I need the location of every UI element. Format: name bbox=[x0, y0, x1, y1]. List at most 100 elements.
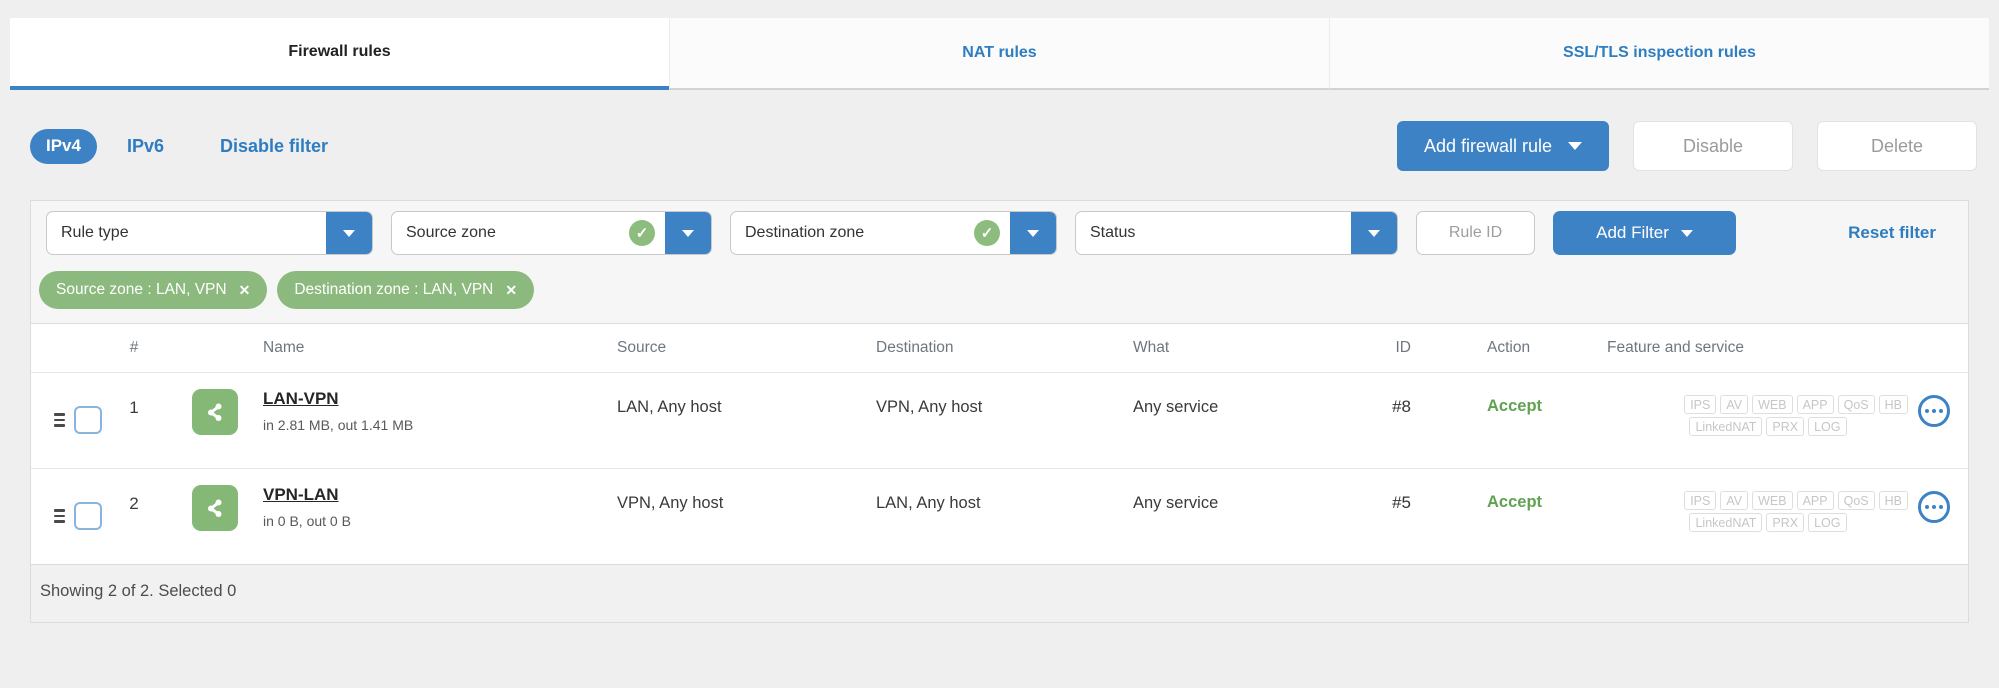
header-what: What bbox=[1133, 339, 1170, 356]
feature-badge-line: IPS AV WEB APP QoS HB bbox=[1628, 395, 1908, 414]
table-row: 1 LAN-VPN in 2.81 MB, out 1.41 MB LAN, A… bbox=[31, 372, 1968, 468]
chevron-down-icon bbox=[1027, 229, 1039, 237]
cell-what: Any service bbox=[1133, 494, 1219, 512]
tab-firewall-rules[interactable]: Firewall rules bbox=[10, 18, 669, 90]
drag-handle[interactable] bbox=[54, 509, 65, 523]
close-icon[interactable]: ✕ bbox=[505, 282, 517, 299]
row-checkbox[interactable] bbox=[74, 406, 102, 434]
badge-app: APP bbox=[1796, 395, 1834, 414]
header-feature-and-service: Feature and service bbox=[1607, 339, 1744, 356]
cell-name: VPN-LAN in 0 B, out 0 B bbox=[157, 469, 587, 531]
cell-name: LAN-VPN in 2.81 MB, out 1.41 MB bbox=[157, 373, 587, 435]
status-dropdown[interactable]: Status bbox=[1075, 211, 1398, 255]
row-menu-ellipsis-icon[interactable] bbox=[1918, 491, 1950, 523]
network-rule-icon bbox=[192, 389, 238, 435]
rule-name-block: LAN-VPN in 2.81 MB, out 1.41 MB bbox=[263, 389, 413, 435]
cell-checkbox bbox=[65, 469, 111, 530]
add-firewall-rule-label: Add firewall rule bbox=[1423, 135, 1552, 156]
chip-label: Destination zone : LAN, VPN bbox=[294, 281, 494, 298]
ellipsis-dot bbox=[1931, 408, 1937, 414]
share-icon bbox=[208, 403, 222, 421]
ellipsis-dot bbox=[1931, 504, 1937, 510]
header-number: # bbox=[129, 339, 139, 356]
chevron-down-icon bbox=[343, 229, 355, 237]
cell-rule-id: #5 bbox=[1392, 493, 1411, 512]
rule-id-input[interactable] bbox=[1416, 211, 1535, 255]
action-accept[interactable]: Accept bbox=[1419, 373, 1569, 416]
add-filter-label: Add Filter bbox=[1596, 223, 1669, 242]
disable-filter-link[interactable]: Disable filter bbox=[220, 136, 328, 157]
cell-drag bbox=[31, 373, 65, 427]
chip-label: Source zone : LAN, VPN bbox=[56, 281, 227, 298]
row-checkbox[interactable] bbox=[74, 502, 102, 530]
rule-type-dropdown[interactable]: Rule type bbox=[46, 211, 373, 255]
badge-qos: QoS bbox=[1837, 491, 1875, 510]
source-zone-filter-chip[interactable]: Source zone : LAN, VPN ✕ bbox=[39, 271, 268, 309]
source-zone-dropdown-toggle[interactable] bbox=[665, 212, 711, 254]
badge-ips: IPS bbox=[1684, 491, 1717, 510]
cell-rule-id: #8 bbox=[1392, 397, 1411, 416]
tab-ssl-tls-inspection-rules[interactable]: SSL/TLS inspection rules bbox=[1329, 18, 1989, 90]
chevron-down-icon bbox=[1368, 229, 1380, 237]
close-icon[interactable]: ✕ bbox=[239, 282, 251, 299]
destination-zone-dropdown[interactable]: Destination zone ✓ bbox=[730, 211, 1057, 255]
tab-label: NAT rules bbox=[962, 44, 1037, 61]
rule-name-link[interactable]: LAN-VPN bbox=[263, 389, 413, 409]
drag-handle[interactable] bbox=[54, 413, 65, 427]
rule-name-link[interactable]: VPN-LAN bbox=[263, 485, 351, 505]
badge-hb: HB bbox=[1878, 395, 1908, 414]
drag-handle-bar bbox=[54, 509, 65, 512]
cell-drag bbox=[31, 469, 65, 523]
delete-button[interactable]: Delete bbox=[1817, 121, 1977, 171]
chevron-down-icon bbox=[682, 229, 694, 237]
row-number: 1 bbox=[129, 398, 139, 417]
active-filter-chips: Source zone : LAN, VPN ✕ Destination zon… bbox=[31, 265, 1968, 323]
cell-checkbox bbox=[65, 373, 111, 434]
delete-label: Delete bbox=[1870, 135, 1924, 156]
status-label: Status bbox=[1090, 224, 1136, 241]
table-footer-status: Showing 2 of 2. Selected 0 bbox=[31, 564, 1968, 622]
feature-badges: IPS AV WEB APP QoS HB LinkedNAT PRX LOG bbox=[1628, 395, 1908, 436]
firewall-rules-table: # Name Source Destination What ID Action… bbox=[31, 323, 1968, 622]
rule-type-dropdown-toggle[interactable] bbox=[326, 212, 372, 254]
firewall-rules-panel: Rule type Source zone ✓ Destination zone… bbox=[30, 200, 1969, 623]
chevron-down-icon bbox=[1568, 142, 1582, 150]
row-menu-ellipsis-icon[interactable] bbox=[1918, 395, 1950, 427]
cell-menu bbox=[1918, 469, 1968, 523]
header-action: Action bbox=[1487, 339, 1531, 356]
reset-filter-link[interactable]: Reset filter bbox=[1848, 223, 1954, 243]
badge-qos: QoS bbox=[1837, 395, 1875, 414]
badge-log: LOG bbox=[1808, 417, 1847, 436]
ellipsis-dot bbox=[1938, 408, 1944, 414]
badge-log: LOG bbox=[1808, 513, 1847, 532]
status-dropdown-toggle[interactable] bbox=[1351, 212, 1397, 254]
rule-traffic: in 2.81 MB, out 1.41 MB bbox=[263, 417, 414, 433]
add-firewall-rule-button[interactable]: Add firewall rule bbox=[1396, 121, 1609, 171]
badge-av: AV bbox=[1720, 395, 1749, 414]
drag-handle-bar bbox=[54, 514, 65, 517]
feature-badge-line: IPS AV WEB APP QoS HB bbox=[1628, 491, 1908, 510]
disable-button[interactable]: Disable bbox=[1633, 121, 1793, 171]
add-filter-button[interactable]: Add Filter bbox=[1553, 211, 1736, 255]
filter-applied-check-icon: ✓ bbox=[974, 220, 1000, 246]
tab-nat-rules[interactable]: NAT rules bbox=[669, 18, 1329, 90]
cell-what: Any service bbox=[1133, 398, 1219, 416]
action-accept[interactable]: Accept bbox=[1419, 469, 1569, 512]
badge-ips: IPS bbox=[1684, 395, 1717, 414]
ipv4-toggle[interactable]: IPv4 bbox=[30, 128, 97, 164]
badge-prx: PRX bbox=[1766, 417, 1805, 436]
row-number: 2 bbox=[129, 494, 139, 513]
header-destination: Destination bbox=[876, 339, 954, 356]
source-zone-dropdown[interactable]: Source zone ✓ bbox=[391, 211, 712, 255]
cell-menu bbox=[1918, 373, 1968, 427]
ipv6-toggle[interactable]: IPv6 bbox=[127, 136, 164, 157]
destination-zone-filter-chip[interactable]: Destination zone : LAN, VPN ✕ bbox=[277, 271, 535, 309]
destination-zone-dropdown-toggle[interactable] bbox=[1010, 212, 1056, 254]
drag-handle-bar bbox=[54, 418, 65, 421]
cell-destination: LAN, Any host bbox=[876, 494, 981, 512]
rule-name-block: VPN-LAN in 0 B, out 0 B bbox=[263, 485, 351, 531]
feature-badge-line: LinkedNAT PRX LOG bbox=[1628, 513, 1908, 532]
filter-bar: Rule type Source zone ✓ Destination zone… bbox=[31, 201, 1968, 265]
header-id: ID bbox=[1395, 339, 1412, 356]
drag-handle-bar bbox=[54, 520, 65, 523]
